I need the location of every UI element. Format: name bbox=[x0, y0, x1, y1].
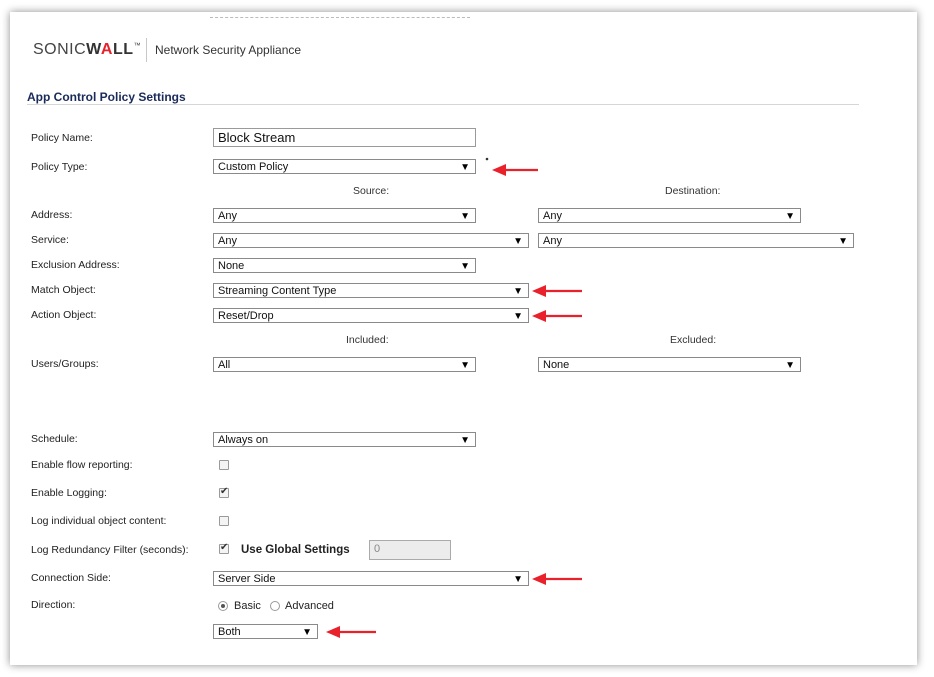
schedule-label: Schedule: bbox=[31, 433, 78, 445]
direction-advanced-radio[interactable] bbox=[270, 601, 280, 611]
window-frame: SONICWALL™ Network Security Appliance Ap… bbox=[10, 12, 917, 665]
dropdown-arrow-icon: ▼ bbox=[513, 574, 523, 585]
direction-basic-label: Basic bbox=[234, 600, 261, 612]
match-object-value: Streaming Content Type bbox=[218, 285, 337, 297]
address-source-value: Any bbox=[218, 210, 237, 222]
policy-type-select[interactable]: Custom Policy ▼ bbox=[213, 159, 476, 174]
address-destination-value: Any bbox=[543, 210, 562, 222]
annotation-arrow-action-object bbox=[532, 310, 582, 322]
annotation-arrow-policy-type bbox=[485, 157, 538, 176]
connection-side-select[interactable]: Server Side ▼ bbox=[213, 571, 529, 586]
use-global-settings-label: Use Global Settings bbox=[241, 544, 350, 556]
dropdown-arrow-icon: ▼ bbox=[302, 627, 312, 638]
dropdown-arrow-icon: ▼ bbox=[460, 435, 470, 446]
address-label: Address: bbox=[31, 209, 73, 221]
match-object-label: Match Object: bbox=[31, 284, 96, 296]
policy-type-label: Policy Type: bbox=[31, 161, 88, 173]
connection-side-value: Server Side bbox=[218, 573, 276, 585]
action-object-label: Action Object: bbox=[31, 309, 97, 321]
address-source-select[interactable]: Any ▼ bbox=[213, 208, 476, 223]
match-object-select[interactable]: Streaming Content Type ▼ bbox=[213, 283, 529, 298]
use-global-settings-checkbox[interactable] bbox=[219, 542, 229, 554]
users-groups-excluded-select[interactable]: None ▼ bbox=[538, 357, 801, 372]
annotation-arrow-direction bbox=[326, 626, 376, 638]
dropdown-arrow-icon: ▼ bbox=[785, 211, 795, 222]
dropdown-arrow-icon: ▼ bbox=[460, 360, 470, 371]
annotation-arrow-match-object bbox=[532, 285, 582, 297]
schedule-select[interactable]: Always on ▼ bbox=[213, 432, 476, 447]
dropdown-arrow-icon: ▼ bbox=[513, 236, 523, 247]
enable-flow-reporting-label: Enable flow reporting: bbox=[31, 459, 133, 471]
service-label: Service: bbox=[31, 234, 69, 246]
excluded-header: Excluded: bbox=[670, 334, 717, 346]
cropped-top-edge bbox=[210, 12, 470, 18]
annotation-arrow-connection-side bbox=[532, 573, 582, 585]
direction-basic-radio[interactable] bbox=[218, 601, 228, 611]
direction-value: Both bbox=[218, 626, 241, 638]
enable-logging-label: Enable Logging: bbox=[31, 487, 107, 499]
service-destination-select[interactable]: Any ▼ bbox=[538, 233, 854, 248]
direction-advanced-label: Advanced bbox=[285, 600, 334, 612]
log-redundancy-input[interactable]: 0 bbox=[369, 540, 451, 560]
direction-label: Direction: bbox=[31, 599, 76, 611]
log-redundancy-label: Log Redundancy Filter (seconds): bbox=[31, 544, 189, 556]
dropdown-arrow-icon: ▼ bbox=[785, 360, 795, 371]
connection-side-label: Connection Side: bbox=[31, 572, 111, 584]
sonicwall-logo: SONICWALL™ bbox=[33, 41, 141, 58]
source-header: Source: bbox=[353, 185, 390, 197]
dropdown-arrow-icon: ▼ bbox=[460, 261, 470, 272]
log-individual-label: Log individual object content: bbox=[31, 515, 167, 527]
dropdown-arrow-icon: ▼ bbox=[513, 311, 523, 322]
policy-name-label: Policy Name: bbox=[31, 132, 93, 144]
log-individual-checkbox[interactable] bbox=[219, 516, 229, 526]
enable-flow-reporting-checkbox[interactable] bbox=[219, 460, 229, 470]
service-source-value: Any bbox=[218, 235, 237, 247]
users-groups-included-select[interactable]: All ▼ bbox=[213, 357, 476, 372]
action-object-value: Reset/Drop bbox=[218, 310, 274, 322]
service-destination-value: Any bbox=[543, 235, 562, 247]
policy-name-input[interactable]: Block Stream bbox=[213, 128, 476, 147]
dropdown-arrow-icon: ▼ bbox=[838, 236, 848, 247]
dropdown-arrow-icon: ▼ bbox=[513, 286, 523, 297]
exclusion-address-label: Exclusion Address: bbox=[31, 259, 120, 271]
users-groups-label: Users/Groups: bbox=[31, 358, 99, 370]
schedule-value: Always on bbox=[218, 434, 269, 446]
users-groups-included-value: All bbox=[218, 359, 231, 371]
section-divider bbox=[27, 104, 859, 105]
included-header: Included: bbox=[346, 334, 389, 346]
enable-logging-checkbox[interactable] bbox=[219, 486, 229, 498]
dropdown-arrow-icon: ▼ bbox=[460, 162, 470, 173]
destination-header: Destination: bbox=[665, 185, 721, 197]
exclusion-address-value: None bbox=[218, 260, 245, 272]
policy-type-value: Custom Policy bbox=[218, 161, 289, 173]
product-name: Network Security Appliance bbox=[155, 43, 302, 57]
exclusion-address-select[interactable]: None ▼ bbox=[213, 258, 476, 273]
logo-divider bbox=[146, 38, 147, 62]
direction-select[interactable]: Both ▼ bbox=[213, 624, 318, 639]
address-destination-select[interactable]: Any ▼ bbox=[538, 208, 801, 223]
action-object-select[interactable]: Reset/Drop ▼ bbox=[213, 308, 529, 323]
service-source-select[interactable]: Any ▼ bbox=[213, 233, 529, 248]
dropdown-arrow-icon: ▼ bbox=[460, 211, 470, 222]
users-groups-excluded-value: None bbox=[543, 359, 570, 371]
section-title: App Control Policy Settings bbox=[27, 90, 186, 104]
